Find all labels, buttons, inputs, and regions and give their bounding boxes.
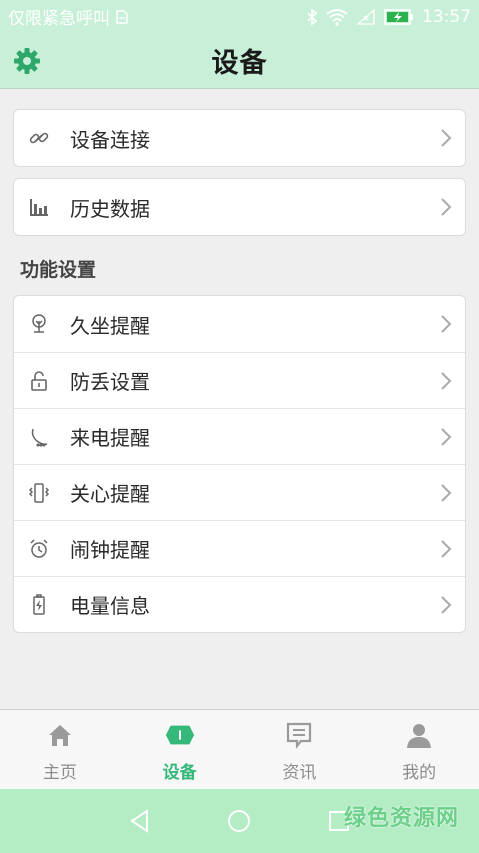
list-item-label: 久坐提醒: [70, 313, 150, 338]
chevron-right-icon: [441, 198, 452, 216]
home-icon: [45, 720, 75, 750]
tree-icon: [26, 311, 52, 337]
gear-icon[interactable]: [12, 46, 42, 76]
list-item-anti-lost[interactable]: 防丢设置: [14, 352, 465, 408]
list-item-device-connect[interactable]: 设备连接: [14, 110, 465, 166]
tab-news[interactable]: 资讯: [240, 710, 360, 789]
bar-chart-icon: [26, 194, 52, 220]
list-item-label: 来电提醒: [70, 426, 150, 450]
chevron-right-icon: [441, 129, 452, 147]
chevron-right-icon: [441, 596, 452, 614]
wifi-icon: [326, 8, 348, 26]
alarm-icon: [26, 536, 52, 562]
chevron-right-icon: [441, 315, 452, 333]
list-item-call-reminder[interactable]: 来电提醒: [14, 408, 465, 464]
device-connect-card: 设备连接: [13, 109, 466, 167]
list-item-label: 防丢设置: [70, 370, 150, 394]
carrier-text: 仅限紧急呼叫: [8, 9, 110, 29]
phone-icon: [26, 424, 52, 450]
chevron-right-icon: [441, 372, 452, 390]
list-item-label: 关心提醒: [70, 482, 150, 506]
watermark: 绿色资源网: [343, 806, 459, 831]
list-item-care-reminder[interactable]: 关心提醒: [14, 464, 465, 520]
tab-home[interactable]: 主页: [0, 710, 120, 789]
chevron-right-icon: [441, 484, 452, 502]
battery-icon: [26, 592, 52, 618]
unlock-icon: [26, 368, 52, 394]
list-item-alarm-reminder[interactable]: 闹钟提醒: [14, 520, 465, 576]
app-header: 设备: [0, 33, 479, 89]
bottom-tab-bar: 主页 设备 资讯 我的: [0, 709, 479, 789]
link-icon: [26, 125, 52, 151]
signal-icon: [356, 8, 376, 26]
tab-label: 主页: [42, 763, 77, 783]
chevron-right-icon: [441, 428, 452, 446]
back-icon[interactable]: [125, 806, 155, 836]
vibrate-icon: [26, 480, 52, 506]
sim-icon: [114, 9, 130, 25]
status-bar: 仅限紧急呼叫 13:57: [0, 0, 479, 33]
chevron-right-icon: [441, 540, 452, 558]
tab-mine[interactable]: 我的: [359, 710, 479, 789]
list-item-history-data[interactable]: 历史数据: [14, 179, 465, 235]
tab-label: 资讯: [282, 763, 317, 783]
message-icon: [284, 720, 314, 750]
list-item-label: 电量信息: [70, 594, 150, 618]
list-item-label: 历史数据: [70, 196, 150, 221]
list-item-label: 闹钟提醒: [70, 538, 150, 562]
function-settings-card: 久坐提醒 防丢设置 来电提醒 关心提醒 闹钟提醒 电量信息: [13, 295, 466, 633]
page-title: 设备: [211, 48, 268, 79]
tab-label: 设备: [162, 763, 197, 783]
list-item-battery-info[interactable]: 电量信息: [14, 576, 465, 632]
list-item-label: 设备连接: [70, 127, 150, 152]
user-icon: [404, 720, 434, 750]
clock: 13:57: [422, 6, 471, 27]
device-icon: [165, 720, 195, 750]
battery-charging-icon: [384, 8, 414, 26]
tab-device[interactable]: 设备: [120, 710, 240, 789]
bluetooth-icon: [306, 7, 318, 26]
history-data-card: 历史数据: [13, 178, 466, 236]
list-item-sedentary-reminder[interactable]: 久坐提醒: [14, 296, 465, 352]
tab-label: 我的: [402, 763, 437, 783]
home-circle-icon[interactable]: [224, 806, 254, 836]
section-title-function-settings: 功能设置: [20, 259, 97, 281]
